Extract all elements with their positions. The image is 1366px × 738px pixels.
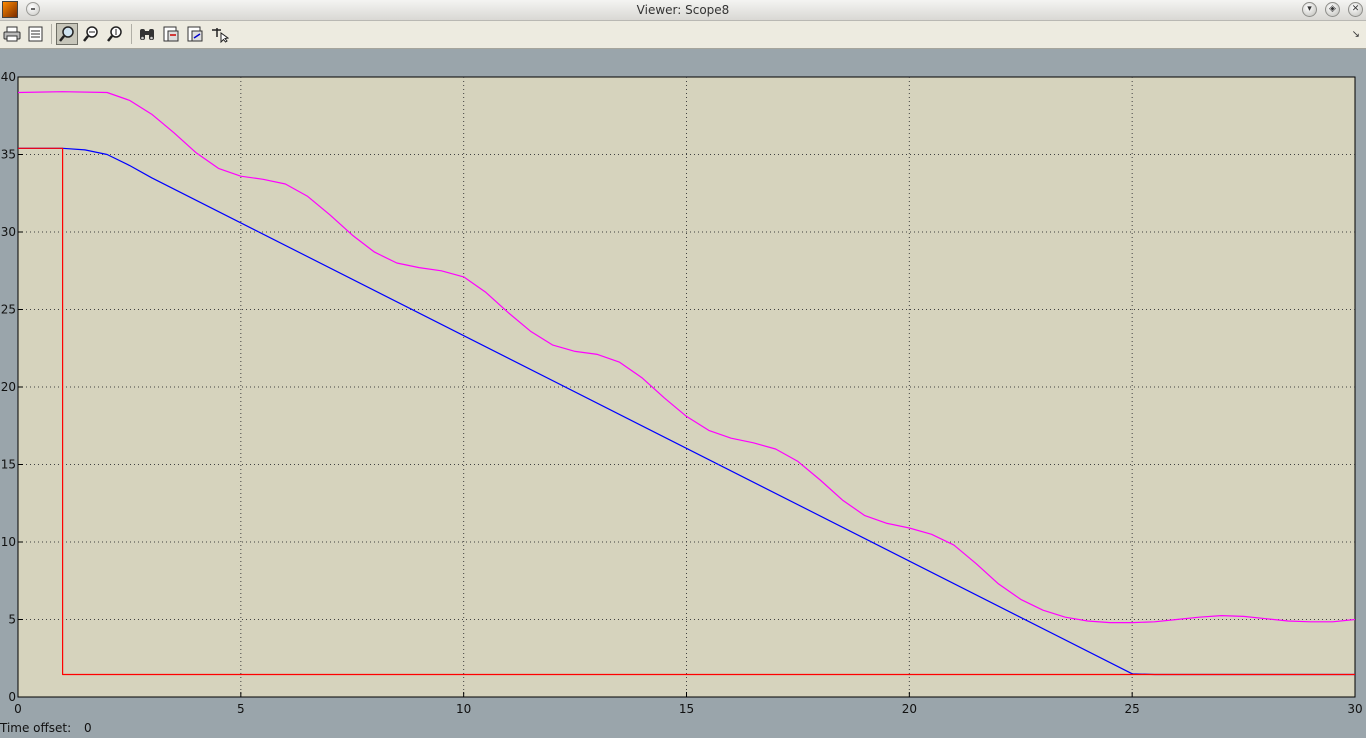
y-tick-label: 20 xyxy=(1,380,16,394)
toolbar-separator xyxy=(131,24,132,44)
scope-plot: 0 5 10 15 20 25 30 0 5 10 15 20 25 30 35 40 xyxy=(1,70,1363,716)
restore-axes-icon xyxy=(187,26,203,42)
x-tick-label: 30 xyxy=(1347,702,1362,716)
status-bar: Time offset: 0 xyxy=(0,721,92,735)
printer-icon xyxy=(3,26,21,42)
print-button[interactable] xyxy=(1,23,23,45)
maximize-button[interactable]: ◈ xyxy=(1325,2,1340,17)
signal-selection-icon xyxy=(212,28,229,43)
zoom-y-axis-button[interactable] xyxy=(104,23,126,45)
zoom-y-icon xyxy=(107,26,122,42)
save-axes-icon xyxy=(163,26,179,42)
save-axes-settings-button[interactable] xyxy=(160,23,182,45)
binoculars-icon xyxy=(140,29,154,40)
close-button[interactable]: ✕ xyxy=(1348,2,1363,17)
toolbar-overflow-icon[interactable]: ↘ xyxy=(1352,29,1360,40)
x-tick-label: 5 xyxy=(237,702,245,716)
x-tick-label: 25 xyxy=(1125,702,1140,716)
window-titlebar: Viewer: Scope8 ▾ ◈ ✕ xyxy=(0,0,1366,21)
signal-selection-button[interactable] xyxy=(209,23,231,45)
time-offset-value: 0 xyxy=(84,721,92,735)
y-tick-label: 15 xyxy=(1,458,16,472)
minimize-button[interactable]: ▾ xyxy=(1302,2,1317,17)
y-tick-label: 5 xyxy=(8,613,16,627)
y-tick-label: 10 xyxy=(1,535,16,549)
y-tick-label: 25 xyxy=(1,303,16,317)
magnifier-icon xyxy=(59,26,74,42)
window-title: Viewer: Scope8 xyxy=(636,3,730,17)
x-tick-label: 0 xyxy=(14,702,22,716)
zoom-x-axis-button[interactable] xyxy=(80,23,102,45)
restore-axes-settings-button[interactable] xyxy=(184,23,206,45)
y-tick-label: 35 xyxy=(1,148,16,162)
x-tick-label: 10 xyxy=(456,702,471,716)
zoom-x-icon xyxy=(83,26,98,42)
autoscale-button[interactable] xyxy=(136,23,158,45)
zoom-button[interactable] xyxy=(56,23,78,45)
x-tick-label: 15 xyxy=(679,702,694,716)
toolbar: ↘ xyxy=(0,21,1366,49)
y-tick-label: 40 xyxy=(1,70,16,84)
parameters-icon xyxy=(28,26,43,42)
parameters-button[interactable] xyxy=(25,23,47,45)
y-tick-label: 30 xyxy=(1,225,16,239)
time-offset-label: Time offset: xyxy=(0,721,72,735)
toolbar-separator xyxy=(51,24,52,44)
y-tick-label: 0 xyxy=(8,690,16,704)
x-tick-label: 20 xyxy=(902,702,917,716)
